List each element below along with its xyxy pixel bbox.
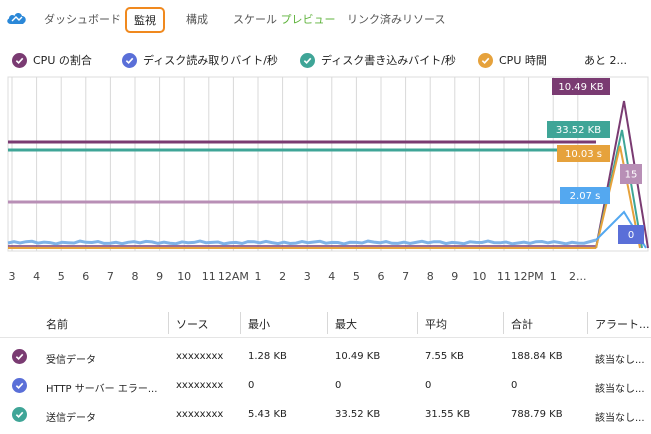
x-tick-label: 9 bbox=[156, 270, 163, 283]
x-tick-label: 8 bbox=[132, 270, 139, 283]
col-total[interactable]: 合計 bbox=[511, 316, 533, 332]
cell-min: 1.28 KB bbox=[248, 351, 287, 362]
value-label: 33.52 KB bbox=[556, 125, 601, 136]
cell-total: 788.79 KB bbox=[511, 409, 563, 420]
x-tick-label: 12AM bbox=[218, 270, 249, 283]
x-tick-label: 6 bbox=[82, 270, 89, 283]
cell-alert: 該当なし... bbox=[595, 413, 645, 424]
x-tick-label: 4 bbox=[33, 270, 40, 283]
table-header: 名前 ソース 最小 最大 平均 合計 アラート... bbox=[0, 308, 651, 338]
table-row[interactable]: 送信データ xxxxxxxx 5.43 KB 33.52 KB 31.55 KB… bbox=[0, 402, 651, 430]
x-tick-label: 4 bbox=[328, 270, 335, 283]
cell-alert: 該当なし... bbox=[595, 384, 645, 395]
cell-source: xxxxxxxx bbox=[176, 380, 224, 391]
x-tick-label: 5 bbox=[353, 270, 360, 283]
cell-max: 33.52 KB bbox=[335, 409, 381, 420]
chart-svg: 10.49 KB33.52 KB10.03 s152.07 s0 3456789… bbox=[7, 76, 649, 283]
value-label: 15 bbox=[625, 170, 638, 181]
table-row[interactable]: 受信データ xxxxxxxx 1.28 KB 10.49 KB 7.55 KB … bbox=[0, 344, 651, 372]
x-tick-label: 7 bbox=[402, 270, 409, 283]
column-divider[interactable] bbox=[327, 312, 328, 334]
x-tick-label: 5 bbox=[58, 270, 65, 283]
value-label: 10.03 s bbox=[565, 149, 602, 160]
cell-name: 受信データ bbox=[46, 355, 96, 366]
table-row[interactable]: HTTP サーバー エラー... xxxxxxxx 0 0 0 0 該当なし..… bbox=[0, 373, 651, 401]
col-avg[interactable]: 平均 bbox=[425, 316, 447, 332]
col-max[interactable]: 最大 bbox=[335, 316, 357, 332]
col-min[interactable]: 最小 bbox=[248, 316, 270, 332]
column-divider[interactable] bbox=[168, 312, 169, 334]
cell-name: 送信データ bbox=[46, 413, 96, 424]
cell-alert: 該当なし... bbox=[595, 355, 645, 366]
check-icon[interactable] bbox=[12, 349, 27, 364]
column-divider[interactable] bbox=[587, 312, 588, 334]
cell-min: 5.43 KB bbox=[248, 409, 287, 420]
x-tick-label: 6 bbox=[378, 270, 385, 283]
cell-total: 188.84 KB bbox=[511, 351, 563, 362]
x-tick-label: 7 bbox=[107, 270, 114, 283]
x-tick-label: 2 bbox=[279, 270, 286, 283]
col-alert[interactable]: アラート... bbox=[595, 316, 650, 332]
cell-source: xxxxxxxx bbox=[176, 351, 224, 362]
cell-min: 0 bbox=[248, 380, 255, 391]
cell-max: 10.49 KB bbox=[335, 351, 381, 362]
x-tick-label: 9 bbox=[451, 270, 458, 283]
cell-max: 0 bbox=[335, 380, 342, 391]
x-tick-label: 10 bbox=[177, 270, 191, 283]
cell-name: HTTP サーバー エラー... bbox=[46, 384, 158, 395]
x-tick-label: 11 bbox=[497, 270, 511, 283]
x-tick-label: 10 bbox=[472, 270, 486, 283]
plot-area bbox=[7, 76, 649, 252]
cell-total: 0 bbox=[511, 380, 518, 391]
chart-grid bbox=[7, 76, 649, 252]
x-tick-label: 11 bbox=[202, 270, 216, 283]
x-tick-label: 8 bbox=[427, 270, 434, 283]
metrics-chart: 10.49 KB 33.52 KB 10.03 s 15 2.07 s0 3456789… bbox=[0, 0, 651, 300]
value-label: 0 bbox=[628, 230, 634, 241]
col-source[interactable]: ソース bbox=[176, 316, 208, 332]
x-tick-label: 3 bbox=[9, 270, 16, 283]
check-icon[interactable] bbox=[12, 407, 27, 422]
value-label: 10.49 KB bbox=[558, 82, 603, 93]
series-line-lightblue bbox=[7, 238, 597, 246]
chart-x-axis: 3 4 5 6 7 8 9 10 11 12AM 1 2 3 4 5 6 7 8 9 10 11 12PM 1 2... bbox=[9, 270, 587, 283]
x-tick-label: 3 bbox=[304, 270, 311, 283]
x-tick-label: 12PM bbox=[514, 270, 544, 283]
col-name[interactable]: 名前 bbox=[46, 316, 68, 332]
value-label: 2.07 s bbox=[570, 191, 601, 202]
cell-avg: 7.55 KB bbox=[425, 351, 464, 362]
cell-source: xxxxxxxx bbox=[176, 409, 224, 420]
x-tick-label: 1 bbox=[255, 270, 262, 283]
x-tick-label: 2... bbox=[569, 270, 587, 283]
check-icon[interactable] bbox=[12, 378, 27, 393]
x-tick-label: 1 bbox=[550, 270, 557, 283]
cell-avg: 31.55 KB bbox=[425, 409, 471, 420]
column-divider[interactable] bbox=[417, 312, 418, 334]
column-divider[interactable] bbox=[240, 312, 241, 334]
cell-avg: 0 bbox=[425, 380, 432, 391]
column-divider[interactable] bbox=[503, 312, 504, 334]
